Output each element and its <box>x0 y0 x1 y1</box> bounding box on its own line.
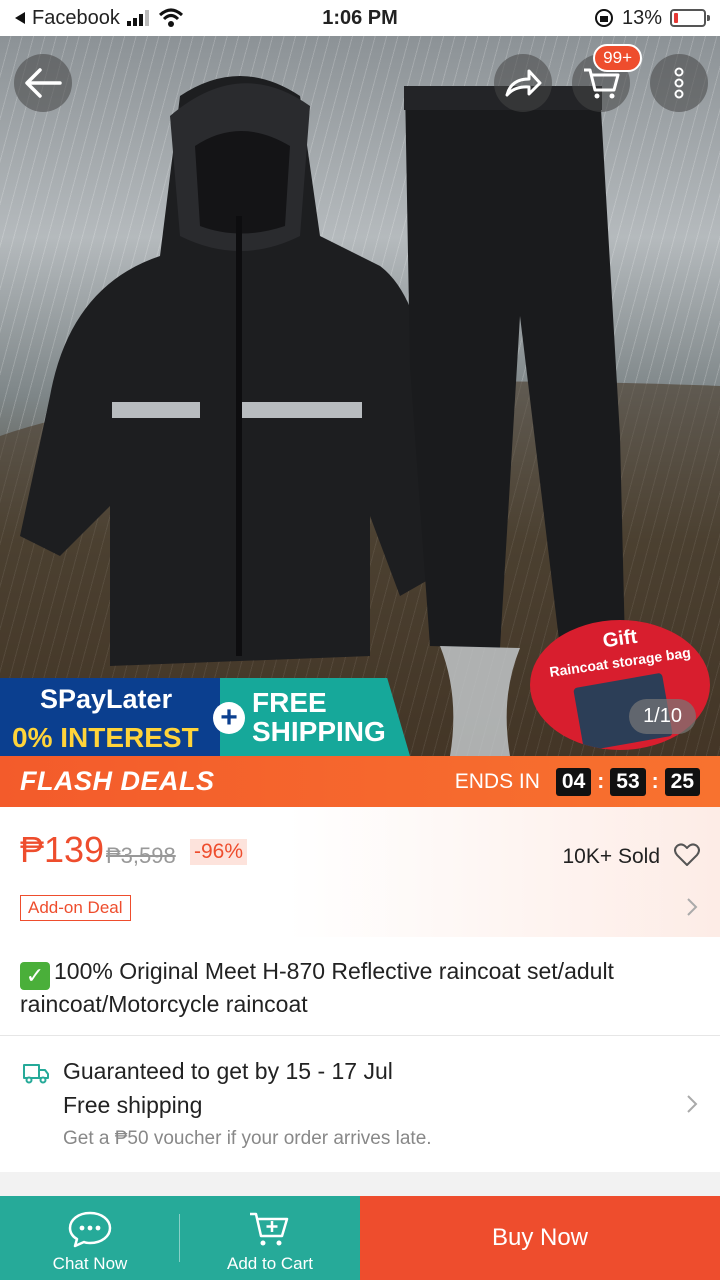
plus-icon: + <box>213 701 245 734</box>
spaylater-label: SPayLater <box>40 684 173 714</box>
timer-hours: 04 <box>555 767 592 796</box>
status-bar: Facebook 1:06 PM 13% <box>0 0 720 36</box>
chat-now-label: Chat Now <box>52 1254 128 1273</box>
status-left[interactable]: Facebook <box>14 7 294 30</box>
shipping-label: SHIPPING <box>252 716 386 747</box>
add-to-cart-label: Add to Cart <box>227 1254 313 1273</box>
chevron-right-icon[interactable] <box>686 897 698 917</box>
back-button[interactable] <box>14 54 72 112</box>
section-gap <box>0 1172 720 1198</box>
free-shipping-promo: FREE SHIPPING <box>220 678 410 756</box>
truck-icon <box>23 1064 49 1084</box>
back-app-label: Facebook <box>32 6 120 29</box>
product-title-section: ✓ 100% Original Meet H-870 Reflective rai… <box>0 937 720 1035</box>
shipping-section[interactable]: Guaranteed to get by 15 - 17 Jul Free sh… <box>0 1036 720 1172</box>
add-to-cart-icon <box>250 1212 289 1246</box>
chevron-right-icon[interactable] <box>686 1094 698 1114</box>
product-image-gallery[interactable]: 99+ SPayLater 0% INTEREST FREE SHIPPING … <box>0 36 720 756</box>
product-title: ✓ 100% Original Meet H-870 Reflective rai… <box>20 957 700 1019</box>
more-button[interactable] <box>650 54 708 112</box>
flash-deals-bar[interactable]: FLASH DEALS ENDS IN 04 : 53 : 25 <box>0 756 720 807</box>
interest-label: 0% INTEREST <box>12 722 199 753</box>
battery-fill <box>674 13 678 23</box>
check-mark-icon: ✓ <box>20 962 50 990</box>
rotation-lock-icon <box>594 9 613 27</box>
share-icon <box>505 69 542 97</box>
heart-icon[interactable] <box>674 843 700 867</box>
sold-count: 10K+ Sold <box>562 845 661 868</box>
signal-icon <box>126 10 149 26</box>
free-label: FREE <box>252 687 327 718</box>
status-time: 1:06 PM <box>322 6 398 29</box>
price-section: ₱139 ₱3,598 -96% 10K+ Sold Add-on Deal <box>0 807 720 937</box>
buy-now-label: Buy Now <box>491 1224 589 1251</box>
wifi-icon <box>158 8 183 27</box>
buy-now-button[interactable]: Buy Now <box>360 1196 720 1280</box>
delivery-guarantee: Guaranteed to get by 15 - 17 Jul <box>63 1058 393 1084</box>
timer-seconds: 25 <box>664 767 700 796</box>
cart-button[interactable]: 99+ <box>572 44 642 112</box>
battery-icon <box>670 9 710 27</box>
late-voucher-note: Get a ₱50 voucher if your order arrives … <box>63 1128 432 1149</box>
share-button[interactable] <box>494 54 552 112</box>
product-title-text: 100% Original Meet H-870 Reflective rain… <box>20 958 614 1017</box>
battery-percent: 13% <box>621 6 662 29</box>
flash-deals-title: FLASH DEALS <box>20 766 215 796</box>
timer-minutes: 53 <box>610 767 646 796</box>
free-shipping-label: Free shipping <box>63 1092 203 1118</box>
current-price: ₱139 <box>20 829 105 870</box>
image-counter: 1/10 <box>629 699 696 734</box>
timer-colon: : <box>651 769 659 793</box>
more-vertical-icon <box>674 67 684 99</box>
bottom-action-bar: Chat Now Add to Cart Buy Now <box>0 1196 720 1280</box>
timer-colon: : <box>597 769 605 793</box>
addon-deal-tag[interactable]: Add-on Deal <box>20 895 131 921</box>
chat-icon <box>68 1211 112 1248</box>
discount-badge: -96% <box>190 839 248 865</box>
add-to-cart-button[interactable]: Add to Cart <box>180 1196 360 1280</box>
arrow-left-icon <box>25 68 62 98</box>
chat-now-button[interactable]: Chat Now <box>0 1196 180 1280</box>
ends-in-label: ENDS IN <box>454 769 540 793</box>
cart-badge: 99+ <box>593 44 642 72</box>
original-price: ₱3,598 <box>106 843 176 868</box>
back-triangle-icon <box>15 12 25 24</box>
